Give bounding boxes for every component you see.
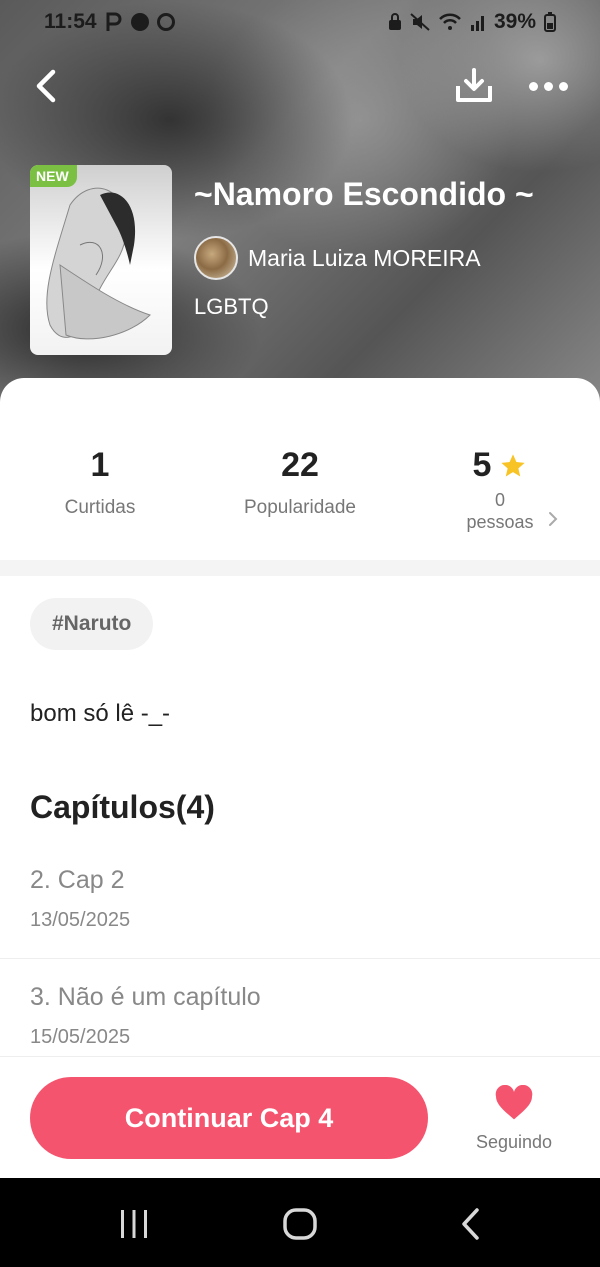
description: bom só lê -_- <box>30 700 171 727</box>
new-badge: NEW <box>30 165 77 187</box>
record-icon <box>156 13 175 31</box>
chapter-title: 3. Não é um capítulo <box>30 983 261 1011</box>
cover-illustration <box>46 187 151 340</box>
chapter-divider <box>0 958 600 959</box>
back-button[interactable] <box>28 64 64 108</box>
author-avatar <box>194 236 238 280</box>
likes-stat: 1 Curtidas <box>40 446 160 519</box>
rating-stat[interactable]: 5 0 pessoas <box>440 446 560 533</box>
signal-icon <box>470 13 486 31</box>
cover-image[interactable]: NEW <box>30 165 172 355</box>
section-divider <box>0 560 600 576</box>
recent-apps-icon <box>121 1210 147 1238</box>
chapter-item[interactable]: 2. Cap 2 13/05/2025 <box>30 866 600 932</box>
chevron-right-icon[interactable] <box>548 510 558 533</box>
clock: 11:54 <box>44 10 97 33</box>
chapter-item[interactable]: 3. Não é um capítulo 15/05/2025 <box>30 983 600 1049</box>
more-options-button[interactable] <box>524 64 572 108</box>
mute-icon <box>410 13 430 31</box>
download-button[interactable] <box>452 64 496 108</box>
work-title: ~Namoro Escondido ~ <box>194 176 534 212</box>
back-arrow-icon <box>462 1208 479 1240</box>
follow-label: Seguindo <box>475 1132 553 1152</box>
chapters-heading: Capítulos(4) <box>30 789 215 825</box>
top-app-bar <box>0 60 600 110</box>
likes-label: Curtidas <box>64 497 136 518</box>
system-nav-bar <box>0 1178 600 1267</box>
messenger-icon <box>130 13 149 31</box>
status-bar: 11:54 39% <box>0 0 600 44</box>
more-icon <box>528 81 538 91</box>
download-icon <box>456 68 492 102</box>
follow-button[interactable]: Seguindo <box>466 1084 562 1153</box>
author-link[interactable]: Maria Luiza MOREIRA <box>194 236 481 280</box>
recent-apps-button[interactable] <box>104 1204 164 1244</box>
chapter-title: 2. Cap 2 <box>30 866 125 894</box>
chapter-date: 13/05/2025 <box>30 909 131 931</box>
lock-icon <box>388 13 402 31</box>
chapter-date: 15/05/2025 <box>30 1026 131 1048</box>
chevron-left-icon <box>36 69 56 103</box>
rating-count: 0 <box>494 490 505 510</box>
author-name: Maria Luiza MOREIRA <box>248 244 481 271</box>
popularity-value: 22 <box>281 446 319 484</box>
star-icon <box>501 453 526 476</box>
home-icon <box>283 1208 317 1240</box>
genre-label: LGBTQ <box>194 294 269 319</box>
p-icon <box>105 12 123 32</box>
wifi-icon <box>438 13 462 31</box>
system-back-button[interactable] <box>440 1204 500 1244</box>
bottom-action-bar: Continuar Cap 4 Seguindo <box>0 1056 600 1178</box>
rating-people-label: pessoas <box>466 512 534 532</box>
rating-value: 5 <box>472 446 492 484</box>
popularity-stat: 22 Popularidade <box>220 446 380 519</box>
battery-icon <box>544 12 556 32</box>
continue-reading-button[interactable]: Continuar Cap 4 <box>30 1077 428 1159</box>
tag-chip[interactable]: #Naruto <box>30 598 154 650</box>
heart-icon <box>495 1084 533 1120</box>
popularity-label: Popularidade <box>244 497 356 518</box>
home-button[interactable] <box>270 1204 330 1244</box>
battery-percent: 39% <box>493 10 536 33</box>
likes-value: 1 <box>90 446 110 484</box>
